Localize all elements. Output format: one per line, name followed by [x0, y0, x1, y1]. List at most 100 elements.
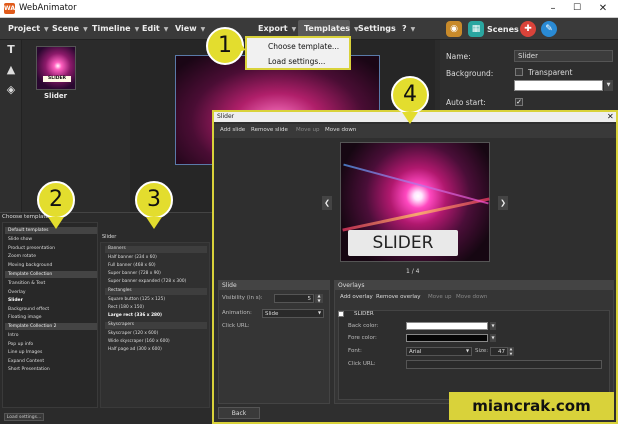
- remove-slide-button[interactable]: Remove slide: [251, 127, 288, 133]
- menu-edit[interactable]: Edit ▼: [142, 24, 168, 33]
- background-color-swatch[interactable]: [514, 80, 603, 91]
- template-detail-title: Slider: [102, 234, 117, 240]
- list-item[interactable]: Super banner expanded (728 x 300): [105, 279, 207, 286]
- load-settings-menu-item[interactable]: Load settings...: [268, 57, 325, 66]
- light-streak: [342, 197, 490, 232]
- prev-slide-arrow-icon[interactable]: ❮: [322, 196, 332, 210]
- list-item[interactable]: Slider: [5, 297, 97, 304]
- transparent-checkbox[interactable]: [515, 68, 523, 76]
- list-item[interactable]: Expand Content: [5, 358, 97, 365]
- slide-clickurl-label: Click URL:: [222, 323, 250, 329]
- fore-color-dropdown-icon[interactable]: ▼: [490, 334, 496, 342]
- list-item[interactable]: Half page ad (300 x 600): [105, 347, 207, 354]
- overlay-clickurl-label: Click URL:: [348, 361, 376, 367]
- choose-template-menu-item[interactable]: Choose template...: [268, 42, 339, 51]
- list-item[interactable]: Slide show: [5, 236, 97, 243]
- list-item[interactable]: Template Collection 2: [5, 323, 97, 330]
- list-item[interactable]: Zoom rotate: [5, 253, 97, 260]
- back-color-swatch[interactable]: [406, 322, 488, 330]
- autostart-checkbox[interactable]: ✓: [515, 98, 523, 106]
- app-logo-icon: WA: [4, 3, 15, 14]
- list-item[interactable]: Pop up info: [5, 341, 97, 348]
- close-window-button[interactable]: ✕: [596, 2, 610, 15]
- size-stepper-icon[interactable]: ▲ ▼: [508, 347, 514, 356]
- text-tool-icon[interactable]: T: [4, 44, 18, 56]
- scenes-icon[interactable]: ▦: [468, 21, 484, 37]
- list-item[interactable]: Skyscraper (120 x 600): [105, 331, 207, 338]
- list-item[interactable]: Moving background: [5, 262, 97, 269]
- shape-tool-icon[interactable]: ◈: [4, 84, 18, 96]
- list-item[interactable]: Short Presentation: [5, 366, 97, 373]
- scenes-label[interactable]: Scenes: [487, 25, 519, 34]
- chevron-down-icon: ▼: [466, 348, 470, 353]
- callout-4: 4: [391, 76, 429, 114]
- move-down-button[interactable]: Move down: [325, 127, 356, 133]
- help-icon[interactable]: ✚: [520, 21, 536, 37]
- tools-icon[interactable]: ✎: [541, 21, 557, 37]
- list-item[interactable]: Overlay: [5, 289, 97, 296]
- list-item[interactable]: Floating image: [5, 314, 97, 321]
- dialog-toolbar: Add slide Remove slide Move up Move down: [214, 124, 616, 138]
- light-streak: [343, 163, 489, 205]
- slide-page-indicator: 1 / 4: [406, 268, 420, 275]
- background-color-dropdown-icon[interactable]: ▼: [604, 80, 613, 91]
- list-item[interactable]: Square button (125 x 125): [105, 297, 207, 304]
- list-item[interactable]: Full banner (468 x 60): [105, 263, 207, 270]
- slider-dialog: Slider ✕ Add slide Remove slide Move up …: [212, 110, 618, 424]
- back-color-dropdown-icon[interactable]: ▼: [490, 322, 496, 330]
- name-label: Name:: [446, 52, 471, 61]
- scene-thumbnail[interactable]: SLIDER: [36, 46, 76, 90]
- menu-scene[interactable]: Scene ▼: [52, 24, 88, 33]
- menu-project[interactable]: Project ▼: [8, 24, 49, 33]
- list-item[interactable]: Super banner (728 x 90): [105, 271, 207, 278]
- overlay-clickurl-input[interactable]: [406, 360, 602, 369]
- add-overlay-button[interactable]: Add overlay: [340, 294, 373, 300]
- load-settings-button[interactable]: Load settings...: [4, 413, 44, 421]
- list-item[interactable]: Wide skyscraper (160 x 600): [105, 339, 207, 346]
- list-item[interactable]: Background effect: [5, 306, 97, 313]
- size-input[interactable]: 47: [490, 347, 508, 356]
- visibility-stepper-icon[interactable]: ▲ ▼: [315, 293, 323, 303]
- list-item[interactable]: Product presentation: [5, 245, 97, 252]
- project-icon[interactable]: ◉: [446, 21, 462, 37]
- slide-section-header: Slide: [219, 281, 329, 290]
- overlay-move-down-button[interactable]: Move down: [456, 294, 487, 300]
- list-item[interactable]: Template Collection: [5, 271, 97, 278]
- templates-dropdown: Choose template... Load settings...: [245, 36, 351, 70]
- window-title: WebAnimator: [19, 3, 77, 13]
- menu-view[interactable]: View ▼: [175, 24, 205, 33]
- list-item[interactable]: Rect (180 x 150): [105, 305, 207, 312]
- menu-templates[interactable]: Templates ▼: [304, 24, 359, 33]
- back-button[interactable]: Back: [218, 407, 260, 419]
- list-item[interactable]: Half banner (234 x 60): [105, 255, 207, 262]
- background-label: Background:: [446, 69, 494, 78]
- overlay-checkbox[interactable]: [338, 311, 344, 317]
- maximize-button[interactable]: ☐: [570, 2, 584, 15]
- list-item[interactable]: Large rect (336 x 280): [105, 313, 207, 320]
- image-tool-icon[interactable]: ▲: [4, 64, 18, 76]
- overlays-section-header: Overlays: [335, 281, 613, 290]
- back-color-label: Back color:: [348, 323, 379, 329]
- minimize-button[interactable]: –: [546, 2, 560, 15]
- name-field[interactable]: Slider: [514, 50, 613, 62]
- menu-settings[interactable]: Settings: [358, 24, 396, 33]
- menu-timeline[interactable]: Timeline ▼: [92, 24, 139, 33]
- list-item[interactable]: Transition & Text: [5, 280, 97, 287]
- animation-select[interactable]: Slide: [262, 309, 324, 318]
- menu-export[interactable]: Export ▼: [258, 24, 296, 33]
- dialog-close-icon[interactable]: ✕: [607, 112, 614, 122]
- font-label: Font:: [348, 348, 362, 354]
- fore-color-swatch[interactable]: [406, 334, 488, 342]
- font-select[interactable]: Arial: [406, 347, 472, 356]
- overlay-move-up-button[interactable]: Move up: [428, 294, 451, 300]
- menu-help[interactable]: ? ▼: [402, 24, 415, 33]
- list-item[interactable]: Intro: [5, 332, 97, 339]
- add-slide-button[interactable]: Add slide: [220, 127, 245, 133]
- list-item[interactable]: Line up Images: [5, 349, 97, 356]
- size-label: Size:: [475, 348, 489, 354]
- remove-overlay-button[interactable]: Remove overlay: [376, 294, 421, 300]
- title-bar: WA WebAnimator – ☐ ✕: [0, 0, 618, 18]
- next-slide-arrow-icon[interactable]: ❯: [498, 196, 508, 210]
- move-up-button[interactable]: Move up: [296, 127, 319, 133]
- visibility-input[interactable]: 5: [274, 294, 314, 303]
